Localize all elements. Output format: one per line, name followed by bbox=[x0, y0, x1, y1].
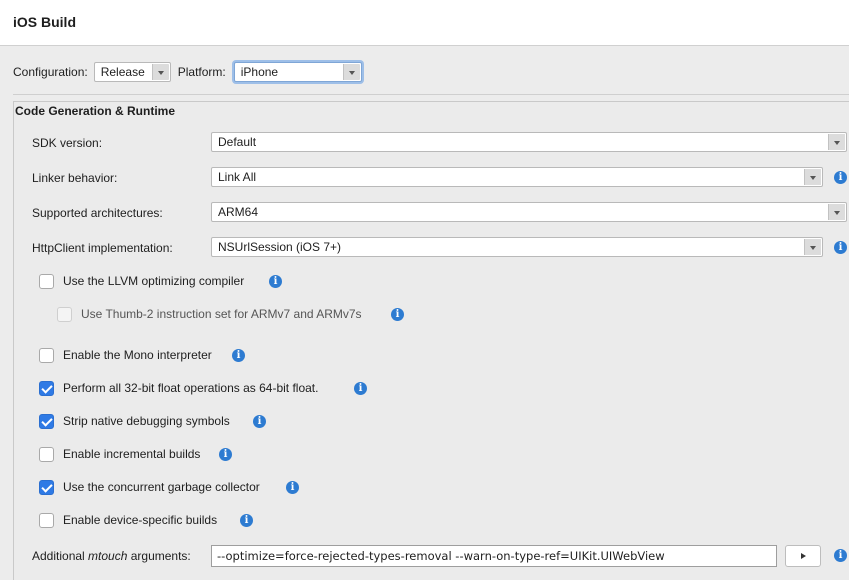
page-title: iOS Build bbox=[13, 14, 76, 30]
configuration-label: Configuration: bbox=[13, 65, 88, 79]
option-float64[interactable]: Perform all 32-bit float operations as 6… bbox=[39, 380, 318, 396]
info-icon[interactable]: i bbox=[219, 448, 232, 461]
option-label: Use the LLVM optimizing compiler bbox=[63, 274, 245, 288]
mono-interpreter-checkbox[interactable] bbox=[39, 347, 54, 363]
float64-checkbox[interactable] bbox=[39, 380, 54, 396]
section-title: Code Generation & Runtime bbox=[15, 104, 176, 118]
mtouch-arguments-input[interactable]: --optimize=force-rejected-types-removal … bbox=[211, 545, 777, 567]
sdk-version-select[interactable]: Default bbox=[211, 132, 847, 152]
supported-architectures-label: Supported architectures: bbox=[32, 206, 163, 220]
sdk-version-label: SDK version: bbox=[32, 136, 103, 150]
linker-behavior-select[interactable]: Link All bbox=[211, 167, 823, 187]
linker-behavior-value: Link All bbox=[218, 170, 257, 184]
httpclient-select[interactable]: NSUrlSession (iOS 7+) bbox=[211, 237, 823, 257]
info-icon[interactable]: i bbox=[354, 382, 367, 395]
option-label: Enable incremental builds bbox=[63, 447, 201, 461]
info-icon[interactable]: i bbox=[232, 349, 245, 362]
httpclient-value: NSUrlSession (iOS 7+) bbox=[218, 240, 342, 254]
option-device-specific[interactable]: Enable device-specific builds bbox=[39, 512, 217, 528]
thumb2-checkbox bbox=[57, 306, 72, 322]
supported-architectures-value: ARM64 bbox=[218, 205, 259, 219]
option-concurrent-gc[interactable]: Use the concurrent garbage collector bbox=[39, 479, 260, 495]
concurrent-gc-checkbox[interactable] bbox=[39, 479, 54, 495]
chevron-down-icon bbox=[828, 134, 845, 150]
option-label: Enable device-specific builds bbox=[63, 513, 218, 527]
sdk-version-value: Default bbox=[218, 135, 257, 149]
chevron-down-icon bbox=[804, 239, 821, 255]
httpclient-label: HttpClient implementation: bbox=[32, 241, 173, 255]
info-icon[interactable]: i bbox=[253, 415, 266, 428]
chevron-down-icon bbox=[342, 64, 360, 80]
option-label: Use Thumb-2 instruction set for ARMv7 an… bbox=[81, 307, 362, 321]
strip-symbols-checkbox[interactable] bbox=[39, 413, 54, 429]
mtouch-label-suffix: arguments: bbox=[127, 549, 191, 563]
option-llvm-compiler[interactable]: Use the LLVM optimizing compiler bbox=[39, 273, 244, 289]
platform-value: iPhone bbox=[240, 65, 279, 79]
platform-label: Platform: bbox=[177, 65, 226, 79]
mtouch-label-emph: mtouch bbox=[88, 549, 128, 563]
llvm-checkbox[interactable] bbox=[39, 273, 54, 289]
platform-select[interactable]: iPhone bbox=[233, 62, 362, 82]
option-label: Perform all 32-bit float operations as 6… bbox=[63, 381, 319, 395]
info-icon[interactable]: i bbox=[286, 481, 299, 494]
option-label: Strip native debugging symbols bbox=[63, 414, 230, 428]
info-icon[interactable]: i bbox=[834, 549, 847, 562]
option-incremental-builds[interactable]: Enable incremental builds bbox=[39, 446, 200, 462]
option-label: Enable the Mono interpreter bbox=[63, 348, 212, 362]
mtouch-label-prefix: Additional bbox=[32, 549, 89, 563]
incremental-builds-checkbox[interactable] bbox=[39, 446, 54, 462]
configuration-row: Configuration: Release Platform: iPhone bbox=[13, 61, 373, 83]
chevron-down-icon bbox=[151, 64, 169, 80]
mtouch-arguments-label: Additional mtouch arguments: bbox=[32, 549, 191, 563]
linker-behavior-label: Linker behavior: bbox=[32, 171, 118, 185]
supported-architectures-select[interactable]: ARM64 bbox=[211, 202, 847, 222]
page-header: iOS Build bbox=[0, 0, 849, 46]
chevron-down-icon bbox=[828, 204, 845, 220]
info-icon[interactable]: i bbox=[834, 171, 847, 184]
option-thumb2: Use Thumb-2 instruction set for ARMv7 an… bbox=[57, 306, 362, 322]
info-icon[interactable]: i bbox=[834, 241, 847, 254]
option-strip-symbols[interactable]: Strip native debugging symbols bbox=[39, 413, 230, 429]
configuration-value: Release bbox=[100, 65, 145, 79]
info-icon[interactable]: i bbox=[269, 275, 282, 288]
option-mono-interpreter[interactable]: Enable the Mono interpreter bbox=[39, 347, 212, 363]
device-specific-checkbox[interactable] bbox=[39, 512, 54, 528]
section-divider bbox=[13, 94, 849, 95]
option-label: Use the concurrent garbage collector bbox=[63, 480, 260, 494]
configuration-select[interactable]: Release bbox=[93, 62, 171, 82]
chevron-down-icon bbox=[804, 169, 821, 185]
info-icon[interactable]: i bbox=[240, 514, 253, 527]
info-icon[interactable]: i bbox=[391, 308, 404, 321]
play-icon[interactable] bbox=[785, 545, 821, 567]
